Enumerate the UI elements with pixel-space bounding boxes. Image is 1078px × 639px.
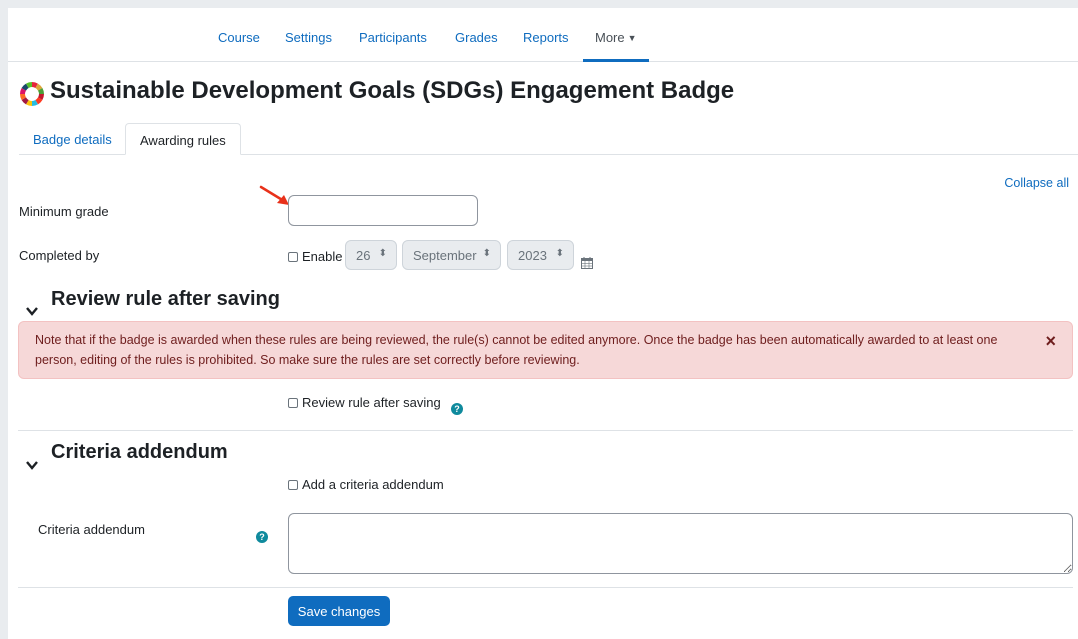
nav-grades[interactable]: Grades [455,30,498,45]
section-divider [18,430,1073,431]
collapse-all-link[interactable]: Collapse all [1004,176,1069,190]
save-changes-button[interactable]: Save changes [288,596,390,626]
year-select[interactable]: 2023 ⬍ [507,240,574,270]
nav-more[interactable]: More ▼ [595,30,637,45]
chevron-down-icon[interactable] [25,304,39,318]
help-icon[interactable]: ? [256,531,268,543]
add-criteria-addendum-label: Add a criteria addendum [302,477,444,492]
nav-course[interactable]: Course [218,30,260,45]
chevron-down-icon[interactable] [25,458,39,472]
sdg-wheel-icon [19,81,45,107]
review-warning-alert: Note that if the badge is awarded when t… [18,321,1073,379]
add-criteria-addendum-checkbox-box[interactable] [288,480,298,490]
select-caret-icon: ⬍ [555,248,564,259]
criteria-section-title[interactable]: Criteria addendum [51,441,228,464]
enable-checkbox[interactable]: Enable [288,249,342,264]
chevron-down-icon: ▼ [627,33,637,43]
page: Course Settings Participants Grades Repo… [8,8,1078,639]
alert-message: Note that if the badge is awarded when t… [35,333,998,367]
calendar-icon[interactable] [581,257,593,269]
tab-badge-details[interactable]: Badge details [19,123,126,155]
completed-by-label: Completed by [19,248,100,263]
review-rule-checkbox-label: Review rule after saving [302,395,441,410]
add-criteria-addendum-checkbox[interactable]: Add a criteria addendum [288,477,444,492]
secondary-navigation: Course Settings Participants Grades Repo… [8,8,1078,62]
select-caret-icon: ⬍ [378,248,387,259]
enable-checkbox-box[interactable] [288,252,298,262]
nav-participants[interactable]: Participants [359,30,427,45]
select-caret-icon: ⬍ [482,248,491,259]
day-select-value: 26 [356,248,371,263]
review-rule-checkbox-box[interactable] [288,398,298,408]
form-footer-divider [18,587,1073,588]
month-select[interactable]: September ⬍ [402,240,501,270]
minimum-grade-label: Minimum grade [19,204,109,219]
page-title: Sustainable Development Goals (SDGs) Eng… [50,77,735,104]
month-select-value: September [413,248,477,263]
day-select[interactable]: 26 ⬍ [345,240,397,270]
nav-more-label: More [595,30,625,45]
close-icon[interactable]: × [1045,331,1056,351]
criteria-addendum-label: Criteria addendum [38,522,145,537]
nav-reports[interactable]: Reports [523,30,569,45]
help-icon[interactable]: ? [451,403,463,415]
review-rule-checkbox[interactable]: Review rule after saving [288,395,441,410]
criteria-addendum-textarea[interactable] [288,513,1073,574]
minimum-grade-input[interactable] [288,195,478,226]
nav-settings[interactable]: Settings [285,30,332,45]
year-select-value: 2023 [518,248,547,263]
review-section-title[interactable]: Review rule after saving [51,288,280,311]
nav-active-indicator [583,59,649,62]
enable-checkbox-label: Enable [302,249,343,264]
tab-awarding-rules[interactable]: Awarding rules [125,123,241,155]
